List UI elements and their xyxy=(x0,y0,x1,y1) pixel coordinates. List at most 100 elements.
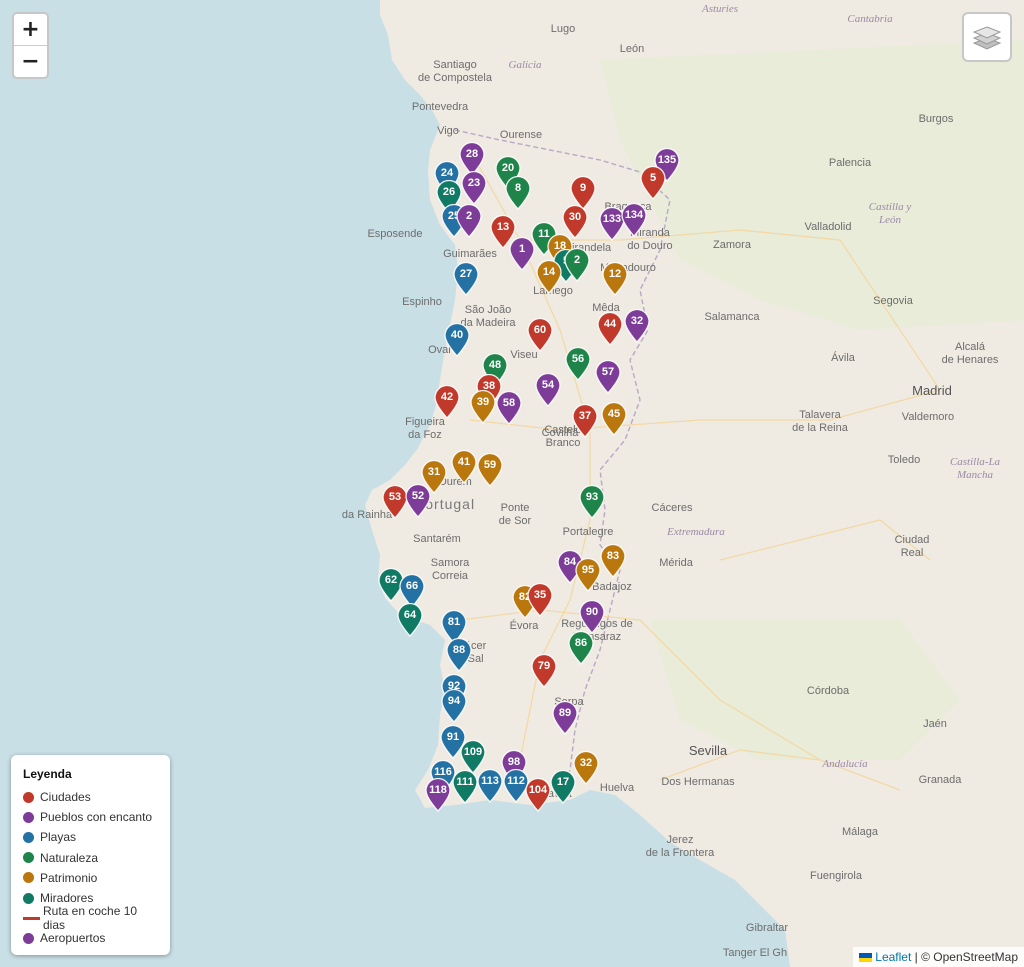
map-label: Talavera de la Reina xyxy=(792,409,849,434)
map-marker[interactable]: 118 xyxy=(425,778,451,812)
zoom-out-button[interactable]: − xyxy=(14,45,47,77)
map-marker[interactable]: 104 xyxy=(525,778,551,812)
marker-number: 5 xyxy=(649,172,657,184)
map-marker[interactable]: 113 xyxy=(477,769,503,803)
map-label: Espinho xyxy=(402,296,442,308)
legend-dot-icon xyxy=(23,831,34,843)
map-marker[interactable]: 88 xyxy=(446,638,472,672)
map-marker[interactable]: 27 xyxy=(453,262,479,296)
map-marker[interactable]: 90 xyxy=(579,600,605,634)
map-marker[interactable]: 39 xyxy=(470,390,496,424)
map-marker[interactable]: 54 xyxy=(535,373,561,407)
layers-button[interactable] xyxy=(962,12,1012,62)
map-label: Cáceres xyxy=(652,502,693,514)
marker-number: 95 xyxy=(581,564,595,576)
map-marker[interactable]: 23 xyxy=(461,171,487,205)
map-label: Ourense xyxy=(500,129,542,141)
legend-item: Playas xyxy=(23,827,158,847)
map-marker[interactable]: 8 xyxy=(505,176,531,210)
legend-label: Playas xyxy=(40,830,77,845)
map-label: Ávila xyxy=(831,351,856,364)
map-marker[interactable]: 56 xyxy=(565,347,591,381)
map-marker[interactable]: 5 xyxy=(640,166,666,200)
marker-number: 59 xyxy=(483,459,497,471)
map-marker[interactable]: 37 xyxy=(572,404,598,438)
map-marker[interactable]: 111 xyxy=(452,770,478,804)
map-label: Galicia xyxy=(509,59,542,71)
marker-number: 9 xyxy=(579,182,587,194)
marker-number: 60 xyxy=(533,324,547,336)
map-marker[interactable]: 93 xyxy=(579,485,605,519)
map-marker[interactable]: 32 xyxy=(573,751,599,785)
map-label: Andalucía xyxy=(821,758,868,770)
marker-number: 111 xyxy=(456,776,474,788)
map-label: Figueira da Foz xyxy=(405,416,446,441)
map-marker[interactable]: 40 xyxy=(444,323,470,357)
map-marker[interactable]: 14 xyxy=(536,260,562,294)
map-marker[interactable]: 83 xyxy=(600,544,626,578)
map-marker[interactable]: 64 xyxy=(397,603,423,637)
map-marker[interactable]: 60 xyxy=(527,318,553,352)
map-marker[interactable]: 12 xyxy=(602,262,628,296)
map-marker[interactable]: 79 xyxy=(531,654,557,688)
marker-number: 13 xyxy=(496,221,510,233)
map-marker[interactable]: 94 xyxy=(441,689,467,723)
map-label: León xyxy=(620,43,644,55)
map-label: Mérida xyxy=(659,557,694,569)
map-label: Valdemoro xyxy=(902,411,954,423)
marker-number: 109 xyxy=(463,746,483,758)
attribution: Leaflet | © OpenStreetMap xyxy=(853,947,1024,967)
map-marker[interactable]: 44 xyxy=(597,312,623,346)
map-marker[interactable]: 2 xyxy=(456,204,482,238)
leaflet-link[interactable]: Leaflet xyxy=(875,950,911,964)
legend-dot-icon xyxy=(23,932,34,944)
ukraine-flag-icon xyxy=(859,953,873,962)
legend-dot-icon xyxy=(23,811,34,823)
marker-number: 1 xyxy=(518,243,526,255)
marker-number: 56 xyxy=(571,353,585,365)
marker-number: 135 xyxy=(657,154,677,166)
map-marker[interactable]: 134 xyxy=(621,203,647,237)
marker-number: 45 xyxy=(607,408,621,420)
map-label: Palencia xyxy=(829,157,872,169)
marker-number: 83 xyxy=(606,550,620,562)
marker-number: 32 xyxy=(579,757,593,769)
map-marker[interactable]: 95 xyxy=(575,558,601,592)
map-label: Zamora xyxy=(713,239,752,251)
map-marker[interactable]: 52 xyxy=(405,484,431,518)
marker-number: 24 xyxy=(440,167,454,179)
map-label: Évora xyxy=(510,619,540,632)
marker-number: 89 xyxy=(558,707,572,719)
marker-number: 26 xyxy=(442,186,456,198)
map-marker[interactable]: 59 xyxy=(477,453,503,487)
map-marker[interactable]: 2 xyxy=(564,248,590,282)
marker-number: 90 xyxy=(585,606,599,618)
marker-number: 48 xyxy=(488,359,502,371)
map-label: Castilla-La Mancha xyxy=(950,456,1001,481)
map-marker[interactable]: 42 xyxy=(434,385,460,419)
marker-number: 8 xyxy=(514,182,522,194)
legend-items: Ciudades Pueblos con encanto Playas Natural… xyxy=(23,787,158,949)
map-marker[interactable]: 86 xyxy=(568,631,594,665)
marker-number: 66 xyxy=(405,580,419,592)
map-label: Tanger El Gh xyxy=(723,947,787,959)
map-marker[interactable]: 32 xyxy=(624,309,650,343)
map-marker[interactable]: 35 xyxy=(527,583,553,617)
map-marker[interactable]: 45 xyxy=(601,402,627,436)
marker-number: 44 xyxy=(603,318,617,330)
map-marker[interactable]: 89 xyxy=(552,701,578,735)
marker-number: 52 xyxy=(411,490,425,502)
marker-number: 113 xyxy=(481,775,499,787)
map-marker[interactable]: 57 xyxy=(595,360,621,394)
osm-link[interactable]: OpenStreetMap xyxy=(933,950,1018,964)
marker-number: 12 xyxy=(608,268,622,280)
map-label: Dos Hermanas xyxy=(661,776,735,788)
zoom-in-button[interactable]: + xyxy=(14,14,47,45)
legend-item: Patrimonio xyxy=(23,868,158,888)
marker-number: 94 xyxy=(447,695,461,707)
map-marker[interactable]: 41 xyxy=(451,450,477,484)
map-marker[interactable]: 58 xyxy=(496,391,522,425)
map-label: Jaén xyxy=(923,718,947,730)
map-marker[interactable]: 1 xyxy=(509,237,535,271)
legend-dot-icon xyxy=(23,852,34,864)
